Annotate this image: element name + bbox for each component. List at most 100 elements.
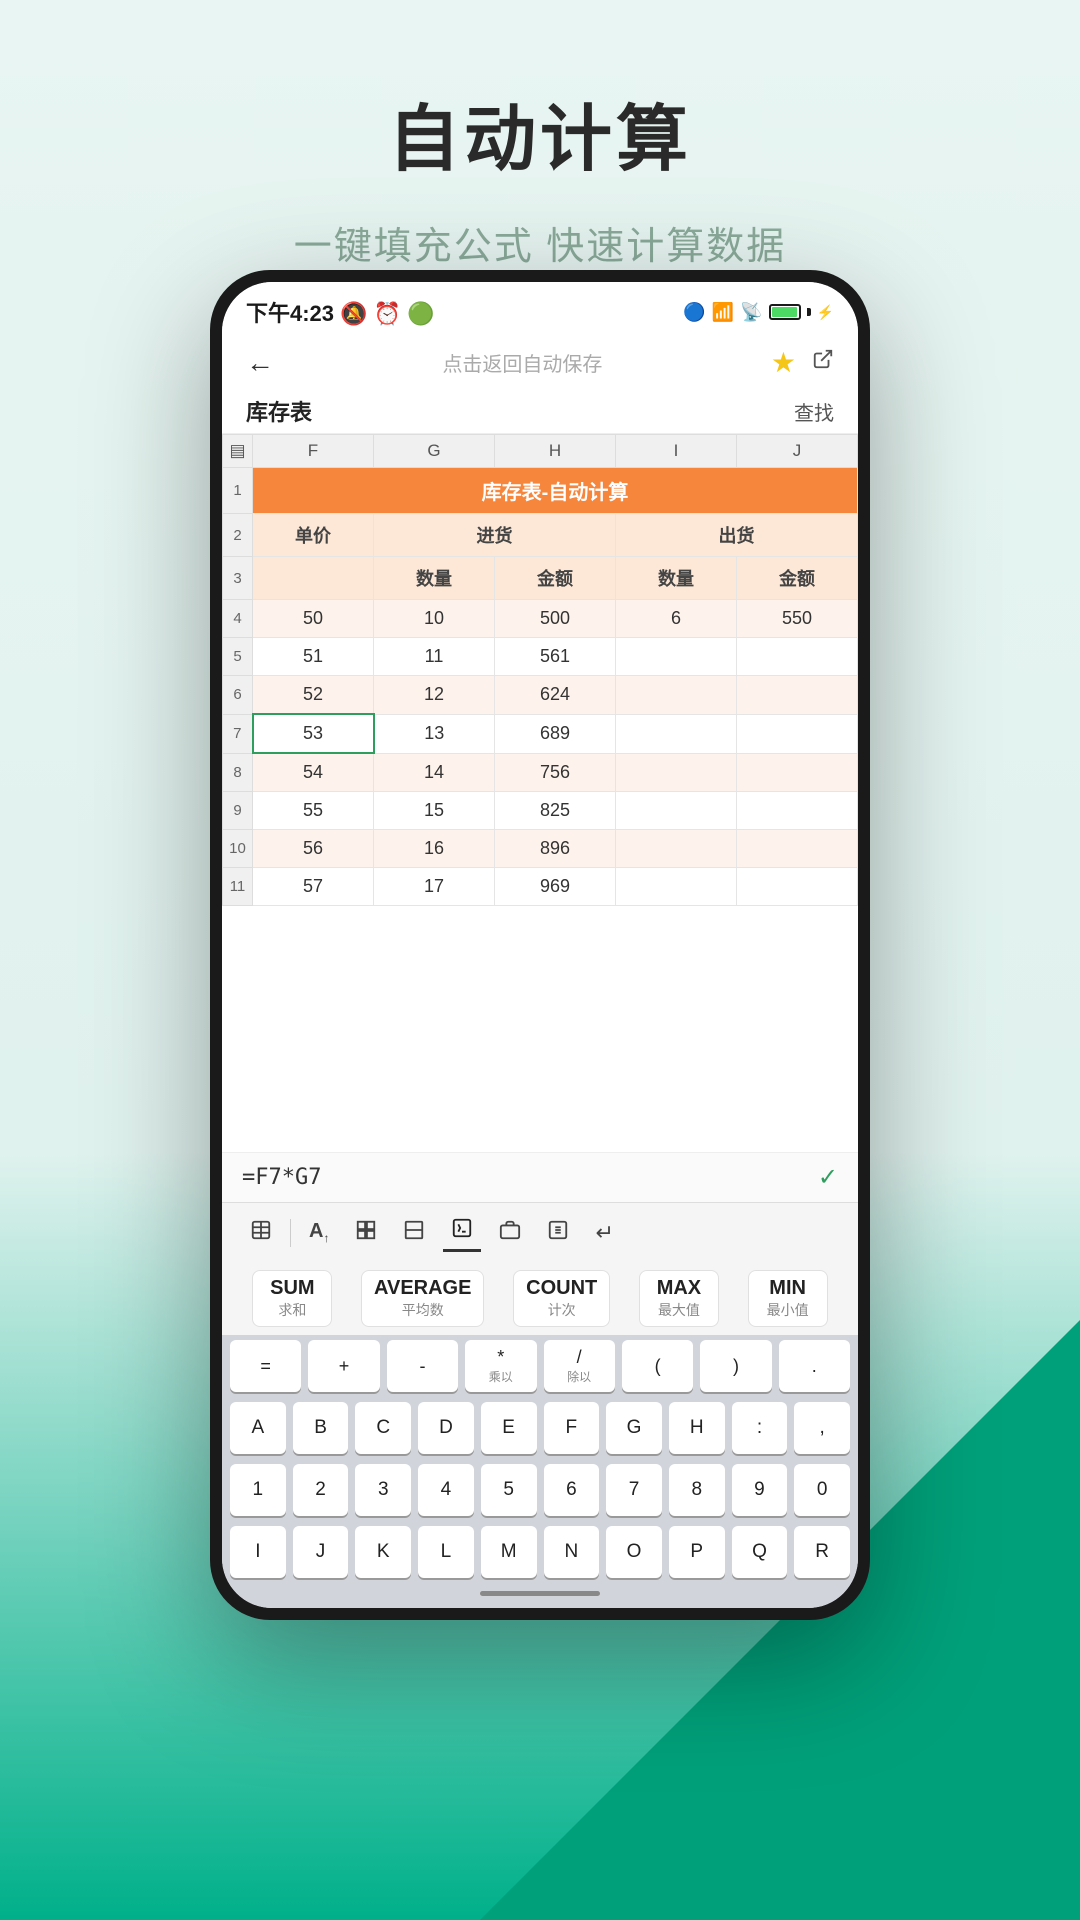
sheet-title-cell[interactable]: 库存表-自动计算: [253, 468, 858, 514]
cell-8-I[interactable]: [616, 753, 737, 792]
kb-tool-function[interactable]: [443, 1213, 481, 1252]
key-J[interactable]: J: [293, 1526, 349, 1578]
cell-8-G[interactable]: 14: [374, 753, 495, 792]
kb-tool-merge[interactable]: [395, 1215, 433, 1251]
cell-9-J[interactable]: [737, 792, 858, 830]
kb-tool-extra[interactable]: [491, 1215, 529, 1251]
cell-3-J[interactable]: 金额: [737, 557, 858, 600]
key-5[interactable]: 5: [481, 1464, 537, 1516]
key-comma[interactable]: ,: [794, 1402, 850, 1454]
cell-7-I[interactable]: [616, 714, 737, 753]
key-I[interactable]: I: [230, 1526, 286, 1578]
kb-tool-enter[interactable]: ↵: [587, 1216, 621, 1250]
cell-4-F[interactable]: 50: [253, 600, 374, 638]
cell-6-H[interactable]: 624: [495, 676, 616, 715]
key-equals[interactable]: =: [230, 1340, 301, 1392]
cell-3-G[interactable]: 数量: [374, 557, 495, 600]
col-header-I[interactable]: I: [616, 435, 737, 468]
key-L[interactable]: L: [418, 1526, 474, 1578]
col-header-G[interactable]: G: [374, 435, 495, 468]
key-D[interactable]: D: [418, 1402, 474, 1454]
kb-tool-more[interactable]: [539, 1215, 577, 1251]
cell-3-I[interactable]: 数量: [616, 557, 737, 600]
cell-10-F[interactable]: 56: [253, 830, 374, 868]
subheader-incoming[interactable]: 进货: [374, 514, 616, 557]
cell-6-G[interactable]: 12: [374, 676, 495, 715]
key-H[interactable]: H: [669, 1402, 725, 1454]
key-8[interactable]: 8: [669, 1464, 725, 1516]
key-Q[interactable]: Q: [732, 1526, 788, 1578]
key-1[interactable]: 1: [230, 1464, 286, 1516]
cell-9-H[interactable]: 825: [495, 792, 616, 830]
key-P[interactable]: P: [669, 1526, 725, 1578]
cell-7-H[interactable]: 689: [495, 714, 616, 753]
key-F[interactable]: F: [544, 1402, 600, 1454]
func-count-button[interactable]: COUNT 计次: [513, 1270, 610, 1327]
cell-3-F[interactable]: [253, 557, 374, 600]
cell-9-G[interactable]: 15: [374, 792, 495, 830]
cell-4-J[interactable]: 550: [737, 600, 858, 638]
cell-5-F[interactable]: 51: [253, 638, 374, 676]
key-R[interactable]: R: [794, 1526, 850, 1578]
cell-6-I[interactable]: [616, 676, 737, 715]
kb-tool-grid[interactable]: [347, 1215, 385, 1251]
cell-8-F[interactable]: 54: [253, 753, 374, 792]
cell-8-H[interactable]: 756: [495, 753, 616, 792]
cell-3-H[interactable]: 金额: [495, 557, 616, 600]
cell-4-H[interactable]: 500: [495, 600, 616, 638]
cell-7-J[interactable]: [737, 714, 858, 753]
func-max-button[interactable]: MAX 最大值: [639, 1270, 719, 1327]
key-B[interactable]: B: [293, 1402, 349, 1454]
cell-5-H[interactable]: 561: [495, 638, 616, 676]
find-button[interactable]: 查找: [794, 397, 834, 426]
cell-9-I[interactable]: [616, 792, 737, 830]
cell-10-G[interactable]: 16: [374, 830, 495, 868]
col-header-H[interactable]: H: [495, 435, 616, 468]
cell-6-J[interactable]: [737, 676, 858, 715]
col-header-J[interactable]: J: [737, 435, 858, 468]
key-rparen[interactable]: ): [700, 1340, 771, 1392]
cell-11-G[interactable]: 17: [374, 868, 495, 906]
cell-11-F[interactable]: 57: [253, 868, 374, 906]
cell-11-J[interactable]: [737, 868, 858, 906]
subheader-price[interactable]: 单价: [253, 514, 374, 557]
cell-7-F[interactable]: 53: [253, 714, 374, 753]
key-A[interactable]: A: [230, 1402, 286, 1454]
key-9[interactable]: 9: [732, 1464, 788, 1516]
key-lparen[interactable]: (: [622, 1340, 693, 1392]
back-button[interactable]: ←: [246, 347, 274, 379]
key-3[interactable]: 3: [355, 1464, 411, 1516]
cell-4-I[interactable]: 6: [616, 600, 737, 638]
formula-confirm-button[interactable]: ✓: [818, 1163, 838, 1192]
key-E[interactable]: E: [481, 1402, 537, 1454]
key-dot[interactable]: .: [779, 1340, 850, 1392]
cell-8-J[interactable]: [737, 753, 858, 792]
key-C[interactable]: C: [355, 1402, 411, 1454]
func-sum-button[interactable]: SUM 求和: [252, 1270, 332, 1327]
cell-6-F[interactable]: 52: [253, 676, 374, 715]
cell-9-F[interactable]: 55: [253, 792, 374, 830]
func-avg-button[interactable]: AVERAGE 平均数: [361, 1270, 484, 1327]
cell-5-J[interactable]: [737, 638, 858, 676]
key-G[interactable]: G: [606, 1402, 662, 1454]
cell-10-I[interactable]: [616, 830, 737, 868]
cell-11-H[interactable]: 969: [495, 868, 616, 906]
key-plus[interactable]: +: [308, 1340, 379, 1392]
key-0[interactable]: 0: [794, 1464, 850, 1516]
cell-11-I[interactable]: [616, 868, 737, 906]
key-M[interactable]: M: [481, 1526, 537, 1578]
key-divide[interactable]: /除以: [544, 1340, 615, 1392]
key-6[interactable]: 6: [544, 1464, 600, 1516]
key-K[interactable]: K: [355, 1526, 411, 1578]
formula-text[interactable]: =F7*G7: [242, 1165, 321, 1190]
func-min-button[interactable]: MIN 最小值: [748, 1270, 828, 1327]
cell-5-G[interactable]: 11: [374, 638, 495, 676]
key-4[interactable]: 4: [418, 1464, 474, 1516]
cell-10-J[interactable]: [737, 830, 858, 868]
cell-4-G[interactable]: 10: [374, 600, 495, 638]
kb-tool-table[interactable]: [242, 1215, 280, 1251]
key-2[interactable]: 2: [293, 1464, 349, 1516]
key-7[interactable]: 7: [606, 1464, 662, 1516]
key-multiply[interactable]: *乘以: [465, 1340, 536, 1392]
key-colon[interactable]: :: [732, 1402, 788, 1454]
